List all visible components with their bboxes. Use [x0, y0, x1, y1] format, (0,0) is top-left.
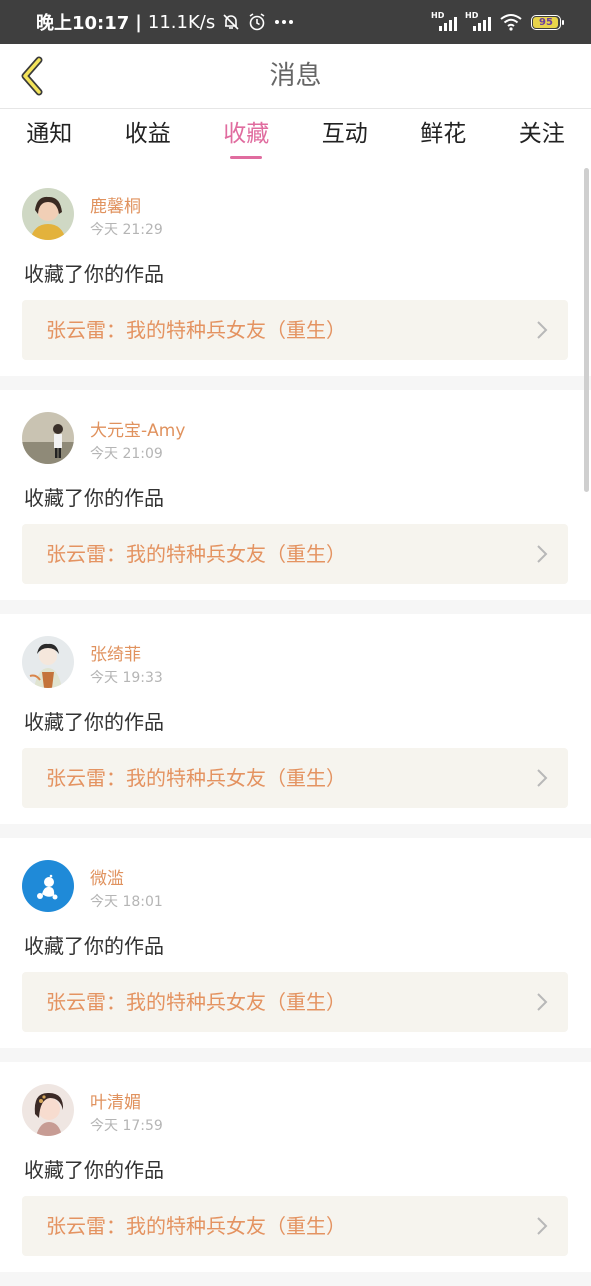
- signal-hd-icon: HD: [465, 11, 491, 33]
- chevron-right-icon: [536, 992, 548, 1012]
- avatar[interactable]: [22, 188, 74, 240]
- status-left: 晚上10:17 | 11.1K/s: [36, 0, 295, 44]
- tab-flowers[interactable]: 鲜花: [394, 109, 493, 165]
- status-bar: 晚上10:17 | 11.1K/s HD HD 95: [0, 0, 591, 44]
- action-text: 收藏了你的作品: [24, 930, 164, 959]
- work-title: 张云雷：我的特种兵女友（重生）: [46, 524, 346, 584]
- action-text: 收藏了你的作品: [24, 258, 164, 287]
- timestamp: 今天 18:01: [90, 891, 163, 911]
- tab-bar: 通知 收益 收藏 互动 鲜花 关注: [0, 109, 591, 165]
- list-item: 大元宝-Amy 今天 21:09 收藏了你的作品 张云雷：我的特种兵女友（重生）: [0, 390, 591, 600]
- work-link[interactable]: 张云雷：我的特种兵女友（重生）: [22, 1196, 568, 1256]
- timestamp: 今天 21:09: [90, 443, 163, 463]
- separator: [0, 1048, 591, 1062]
- username[interactable]: 鹿馨桐: [90, 192, 141, 217]
- chevron-right-icon: [536, 1216, 548, 1236]
- more-dots-icon: [273, 12, 295, 32]
- action-text: 收藏了你的作品: [24, 482, 164, 511]
- work-title: 张云雷：我的特种兵女友（重生）: [46, 300, 346, 360]
- tab-interactions[interactable]: 互动: [296, 109, 395, 165]
- separator: [0, 824, 591, 838]
- tab-notifications[interactable]: 通知: [0, 109, 99, 165]
- tab-favorites[interactable]: 收藏: [197, 109, 296, 165]
- header: 消息: [0, 44, 591, 109]
- username[interactable]: 微滥: [90, 864, 124, 889]
- list-item: 叶清媚 今天 17:59 收藏了你的作品 张云雷：我的特种兵女友（重生）: [0, 1062, 591, 1272]
- list-item: 鹿馨桐 今天 21:29 收藏了你的作品 张云雷：我的特种兵女友（重生）: [0, 166, 591, 376]
- action-text: 收藏了你的作品: [24, 1154, 164, 1183]
- work-title: 张云雷：我的特种兵女友（重生）: [46, 972, 346, 1032]
- page-title: 消息: [0, 44, 591, 108]
- avatar[interactable]: [22, 860, 74, 912]
- timestamp: 今天 17:59: [90, 1115, 163, 1135]
- battery-level: 95: [539, 17, 553, 28]
- avatar[interactable]: [22, 636, 74, 688]
- work-link[interactable]: 张云雷：我的特种兵女友（重生）: [22, 524, 568, 584]
- battery-icon: 95: [531, 15, 561, 30]
- scrollbar[interactable]: [584, 168, 589, 492]
- timestamp: 今天 21:29: [90, 219, 163, 239]
- chevron-right-icon: [536, 544, 548, 564]
- signal-hd-icon: HD: [431, 11, 457, 33]
- avatar[interactable]: [22, 1084, 74, 1136]
- separator: [0, 600, 591, 614]
- mute-bell-icon: [221, 12, 241, 32]
- work-link[interactable]: 张云雷：我的特种兵女友（重生）: [22, 972, 568, 1032]
- status-divider: |: [135, 12, 142, 33]
- username[interactable]: 叶清媚: [90, 1088, 141, 1113]
- action-text: 收藏了你的作品: [24, 706, 164, 735]
- status-right: HD HD 95: [431, 0, 561, 44]
- chevron-right-icon: [536, 320, 548, 340]
- username[interactable]: 张绮菲: [90, 640, 141, 665]
- wifi-icon: [499, 12, 523, 32]
- alarm-icon: [247, 12, 267, 32]
- status-net-speed: 11.1K/s: [148, 12, 215, 33]
- message-list: 鹿馨桐 今天 21:29 收藏了你的作品 张云雷：我的特种兵女友（重生） 大元宝…: [0, 166, 591, 1286]
- status-time: 晚上10:17: [36, 9, 129, 35]
- separator: [0, 376, 591, 390]
- tab-earnings[interactable]: 收益: [99, 109, 198, 165]
- work-title: 张云雷：我的特种兵女友（重生）: [46, 748, 346, 808]
- work-link[interactable]: 张云雷：我的特种兵女友（重生）: [22, 300, 568, 360]
- username[interactable]: 大元宝-Amy: [90, 416, 185, 441]
- work-title: 张云雷：我的特种兵女友（重生）: [46, 1196, 346, 1256]
- separator: [0, 1272, 591, 1286]
- tab-follows[interactable]: 关注: [493, 109, 591, 165]
- chevron-right-icon: [536, 768, 548, 788]
- list-item: 微滥 今天 18:01 收藏了你的作品 张云雷：我的特种兵女友（重生）: [0, 838, 591, 1048]
- timestamp: 今天 19:33: [90, 667, 163, 687]
- list-item: 张绮菲 今天 19:33 收藏了你的作品 张云雷：我的特种兵女友（重生）: [0, 614, 591, 824]
- work-link[interactable]: 张云雷：我的特种兵女友（重生）: [22, 748, 568, 808]
- avatar[interactable]: [22, 412, 74, 464]
